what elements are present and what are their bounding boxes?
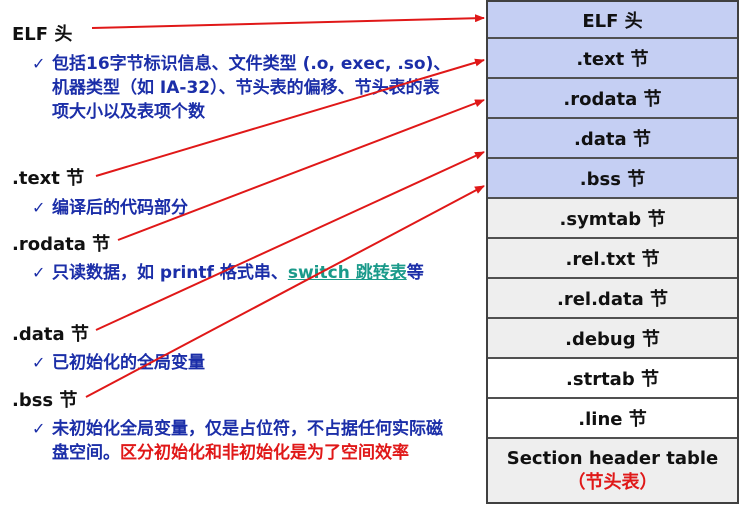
row-bss: .bss 节 bbox=[488, 159, 737, 199]
check-icon: ✓ bbox=[32, 198, 46, 217]
row-strtab: .strtab 节 bbox=[488, 359, 737, 399]
check-icon: ✓ bbox=[32, 353, 46, 372]
check-icon: ✓ bbox=[32, 54, 46, 73]
text-section-desc-text: 编译后的代码部分 bbox=[52, 198, 188, 218]
bss-section-heading: .bss 节 bbox=[12, 390, 78, 411]
rodata-section-heading: .rodata 节 bbox=[12, 234, 111, 255]
text-section-description: ✓ 编译后的代码部分 bbox=[32, 196, 452, 220]
data-section-description: ✓ 已初始化的全局变量 bbox=[32, 351, 452, 375]
row-symtab: .symtab 节 bbox=[488, 199, 737, 239]
row-rel-data: .rel.data 节 bbox=[488, 279, 737, 319]
check-icon: ✓ bbox=[32, 263, 46, 282]
section-header-table-sublabel: （节头表） bbox=[567, 471, 658, 493]
row-text: .text 节 bbox=[488, 39, 737, 79]
elf-header-desc-text: 包括16字节标识信息、文件类型 (.o, exec, .so)、机器类型（如 I… bbox=[52, 54, 451, 122]
rodata-desc-tail: 等 bbox=[406, 263, 424, 283]
switch-table-link[interactable]: switch 跳转表 bbox=[288, 263, 407, 283]
row-data: .data 节 bbox=[488, 119, 737, 159]
section-header-table-label: Section header table bbox=[506, 447, 719, 469]
row-section-header-table: Section header table （节头表） bbox=[488, 439, 737, 502]
text-section-heading: .text 节 bbox=[12, 168, 85, 189]
row-line: .line 节 bbox=[488, 399, 737, 439]
elf-layout-table: ELF 头 .text 节 .rodata 节 .data 节 .bss 节 .… bbox=[486, 0, 739, 504]
rodata-desc-text: 只读数据，如 printf 格式串、 bbox=[52, 263, 288, 283]
elf-header-heading: ELF 头 bbox=[12, 24, 73, 45]
bss-section-description: ✓ 未初始化全局变量，仅是占位符，不占据任何实际磁盘空间。区分初始化和非初始化是… bbox=[32, 417, 452, 465]
row-rel-txt: .rel.txt 节 bbox=[488, 239, 737, 279]
row-debug: .debug 节 bbox=[488, 319, 737, 359]
section-descriptions: ELF 头 ✓ 包括16字节标识信息、文件类型 (.o, exec, .so)、… bbox=[12, 0, 482, 512]
row-rodata: .rodata 节 bbox=[488, 79, 737, 119]
data-section-heading: .data 节 bbox=[12, 324, 89, 345]
data-section-desc-text: 已初始化的全局变量 bbox=[52, 353, 205, 373]
row-elf-header: ELF 头 bbox=[488, 2, 737, 39]
check-icon: ✓ bbox=[32, 419, 46, 438]
bss-desc-emphasis: 区分初始化和非初始化是为了空间效率 bbox=[120, 443, 409, 463]
elf-header-description: ✓ 包括16字节标识信息、文件类型 (.o, exec, .so)、机器类型（如… bbox=[32, 52, 452, 124]
rodata-section-description: ✓ 只读数据，如 printf 格式串、switch 跳转表等 bbox=[32, 261, 452, 285]
